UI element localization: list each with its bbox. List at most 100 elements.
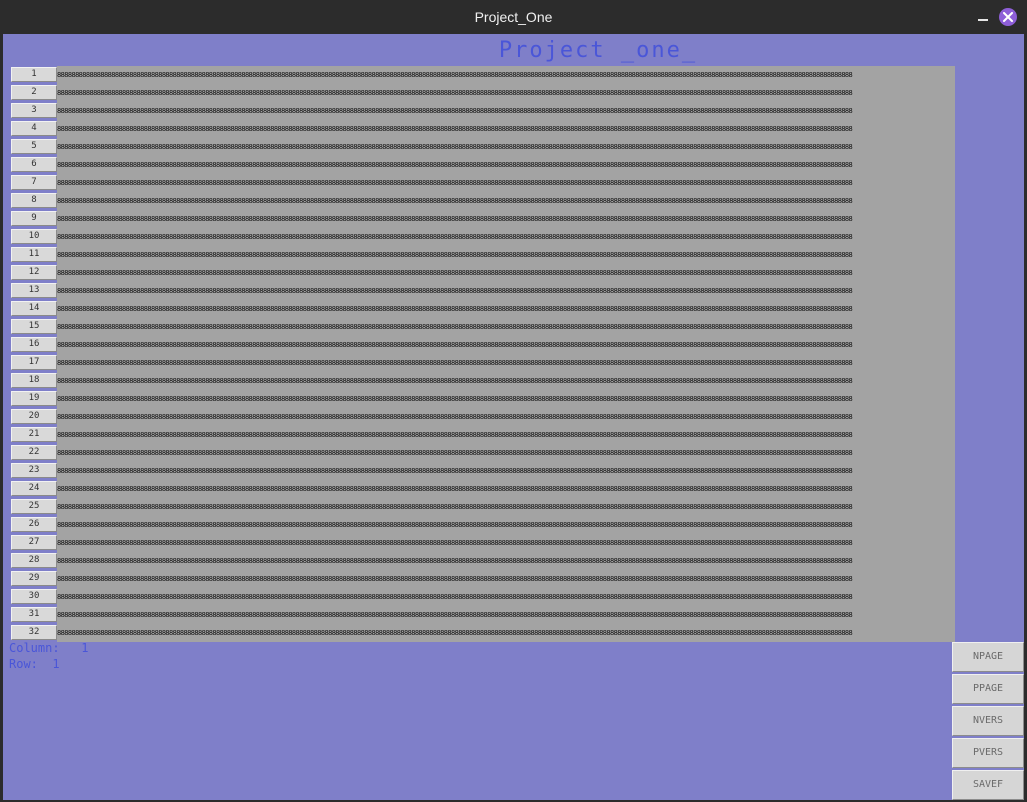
row-cells[interactable]: 8888888888888888888888888888888888888888…	[57, 354, 955, 372]
grid-row: 14 88888888888888888888888888888888888888…	[11, 300, 955, 318]
row-number-button[interactable]: 17	[11, 355, 57, 370]
row-cells[interactable]: 8888888888888888888888888888888888888888…	[57, 120, 955, 138]
nvers-button[interactable]: NVERS	[952, 706, 1024, 736]
row-number-button[interactable]: 23	[11, 463, 57, 478]
titlebar: Project_One	[0, 0, 1027, 34]
grid-row: 13 88888888888888888888888888888888888888…	[11, 282, 955, 300]
row-number-button[interactable]: 1	[11, 67, 57, 82]
grid-row: 11 88888888888888888888888888888888888888…	[11, 246, 955, 264]
npage-button[interactable]: NPAGE	[952, 642, 1024, 672]
row-number-button[interactable]: 18	[11, 373, 57, 388]
row-cells[interactable]: 8888888888888888888888888888888888888888…	[57, 192, 955, 210]
column-value: 1	[81, 641, 89, 655]
row-cells[interactable]: 8888888888888888888888888888888888888888…	[57, 516, 955, 534]
row-cells[interactable]: 8888888888888888888888888888888888888888…	[57, 138, 955, 156]
row-cells[interactable]: 8888888888888888888888888888888888888888…	[57, 282, 955, 300]
grid-row: 9 888888888888888888888888888888888888888…	[11, 210, 955, 228]
row-cells[interactable]: 8888888888888888888888888888888888888888…	[57, 552, 955, 570]
row-number-button[interactable]: 20	[11, 409, 57, 424]
row-cells[interactable]: 8888888888888888888888888888888888888888…	[57, 570, 955, 588]
row-cells[interactable]: 8888888888888888888888888888888888888888…	[57, 534, 955, 552]
row-number-button[interactable]: 25	[11, 499, 57, 514]
grid-row: 5 888888888888888888888888888888888888888…	[11, 138, 955, 156]
row-number-button[interactable]: 26	[11, 517, 57, 532]
row-label: Row:	[9, 657, 38, 671]
row-value: 1	[52, 657, 60, 671]
row-cells[interactable]: 8888888888888888888888888888888888888888…	[57, 498, 955, 516]
row-cells[interactable]: 8888888888888888888888888888888888888888…	[57, 624, 955, 642]
row-number-button[interactable]: 21	[11, 427, 57, 442]
row-number-button[interactable]: 5	[11, 139, 57, 154]
minimize-button[interactable]	[974, 8, 992, 26]
row-number-button[interactable]: 32	[11, 625, 57, 640]
row-number-button[interactable]: 11	[11, 247, 57, 262]
app-window: Project_One Project _one_ 1 8888888888888…	[0, 0, 1027, 802]
row-cells[interactable]: 8888888888888888888888888888888888888888…	[57, 480, 955, 498]
row-number-button[interactable]: 22	[11, 445, 57, 460]
row-number-button[interactable]: 31	[11, 607, 57, 622]
grid-row: 16 88888888888888888888888888888888888888…	[11, 336, 955, 354]
row-number-button[interactable]: 14	[11, 301, 57, 316]
column-label: Column:	[9, 641, 60, 655]
app-client-area: Project _one_ 1 8888888888888888888888888…	[3, 34, 1024, 800]
row-number-button[interactable]: 24	[11, 481, 57, 496]
row-number-button[interactable]: 19	[11, 391, 57, 406]
editor-grid: 1 888888888888888888888888888888888888888…	[11, 66, 955, 642]
row-cells[interactable]: 8888888888888888888888888888888888888888…	[57, 336, 955, 354]
grid-row: 15 88888888888888888888888888888888888888…	[11, 318, 955, 336]
row-cells[interactable]: 8888888888888888888888888888888888888888…	[57, 426, 955, 444]
close-icon	[1003, 12, 1013, 22]
grid-row: 24 88888888888888888888888888888888888888…	[11, 480, 955, 498]
grid-row: 12 88888888888888888888888888888888888888…	[11, 264, 955, 282]
row-cells[interactable]: 8888888888888888888888888888888888888888…	[57, 156, 955, 174]
grid-row: 8 888888888888888888888888888888888888888…	[11, 192, 955, 210]
row-number-button[interactable]: 13	[11, 283, 57, 298]
grid-row: 32 88888888888888888888888888888888888888…	[11, 624, 955, 642]
grid-row: 1888888888888888888888888888888888888888…	[11, 66, 955, 84]
row-number-button[interactable]: 30	[11, 589, 57, 604]
row-number-button[interactable]: 6	[11, 157, 57, 172]
savef-button[interactable]: SAVEF	[952, 770, 1024, 800]
row-cells[interactable]: 8888888888888888888888888888888888888888…	[57, 228, 955, 246]
row-cells[interactable]: 8888888888888888888888888888888888888888…	[57, 300, 955, 318]
row-number-button[interactable]: 4	[11, 121, 57, 136]
grid-row: 6 888888888888888888888888888888888888888…	[11, 156, 955, 174]
row-number-button[interactable]: 9	[11, 211, 57, 226]
row-cells[interactable]: 8888888888888888888888888888888888888888…	[57, 372, 955, 390]
row-cells[interactable]: 8888888888888888888888888888888888888888…	[57, 102, 955, 120]
row-cells[interactable]: 8888888888888888888888888888888888888888…	[57, 390, 955, 408]
grid-row: 3 888888888888888888888888888888888888888…	[11, 102, 955, 120]
ppage-button[interactable]: PPAGE	[952, 674, 1024, 704]
grid-row: 31 88888888888888888888888888888888888888…	[11, 606, 955, 624]
row-cells[interactable]: 8888888888888888888888888888888888888888…	[57, 174, 955, 192]
row-cells[interactable]: 8888888888888888888888888888888888888888…	[57, 606, 955, 624]
row-number-button[interactable]: 29	[11, 571, 57, 586]
row-cells[interactable]: 8888888888888888888888888888888888888888…	[57, 210, 955, 228]
row-number-button[interactable]: 12	[11, 265, 57, 280]
row-number-button[interactable]: 8	[11, 193, 57, 208]
row-cells[interactable]: 8888888888888888888888888888888888888888…	[57, 408, 955, 426]
row-number-button[interactable]: 16	[11, 337, 57, 352]
row-number-button[interactable]: 3	[11, 103, 57, 118]
row-cells[interactable]: 8888888888888888888888888888888888888888…	[57, 318, 955, 336]
close-button[interactable]	[999, 8, 1017, 26]
grid-row: 19 88888888888888888888888888888888888888…	[11, 390, 955, 408]
grid-row: 25 88888888888888888888888888888888888888…	[11, 498, 955, 516]
row-number-button[interactable]: 7	[11, 175, 57, 190]
grid-row: 27 88888888888888888888888888888888888888…	[11, 534, 955, 552]
row-cells[interactable]: 8888888888888888888888888888888888888888…	[57, 444, 955, 462]
row-cells[interactable]: 8888888888888888888888888888888888888888…	[57, 84, 955, 102]
grid-row: 20 88888888888888888888888888888888888888…	[11, 408, 955, 426]
row-number-button[interactable]: 27	[11, 535, 57, 550]
grid-row: 4 888888888888888888888888888888888888888…	[11, 120, 955, 138]
row-cells[interactable]: 8888888888888888888888888888888888888888…	[57, 588, 955, 606]
row-number-button[interactable]: 10	[11, 229, 57, 244]
row-number-button[interactable]: 15	[11, 319, 57, 334]
row-number-button[interactable]: 2	[11, 85, 57, 100]
row-cells[interactable]: 8888888888888888888888888888888888888888…	[57, 246, 955, 264]
row-cells[interactable]: 8888888888888888888888888888888888888888…	[57, 462, 955, 480]
row-number-button[interactable]: 28	[11, 553, 57, 568]
row-cells[interactable]: 8888888888888888888888888888888888888888…	[57, 264, 955, 282]
pvers-button[interactable]: PVERS	[952, 738, 1024, 768]
row-cells[interactable]: 8888888888888888888888888888888888888888…	[57, 66, 955, 84]
